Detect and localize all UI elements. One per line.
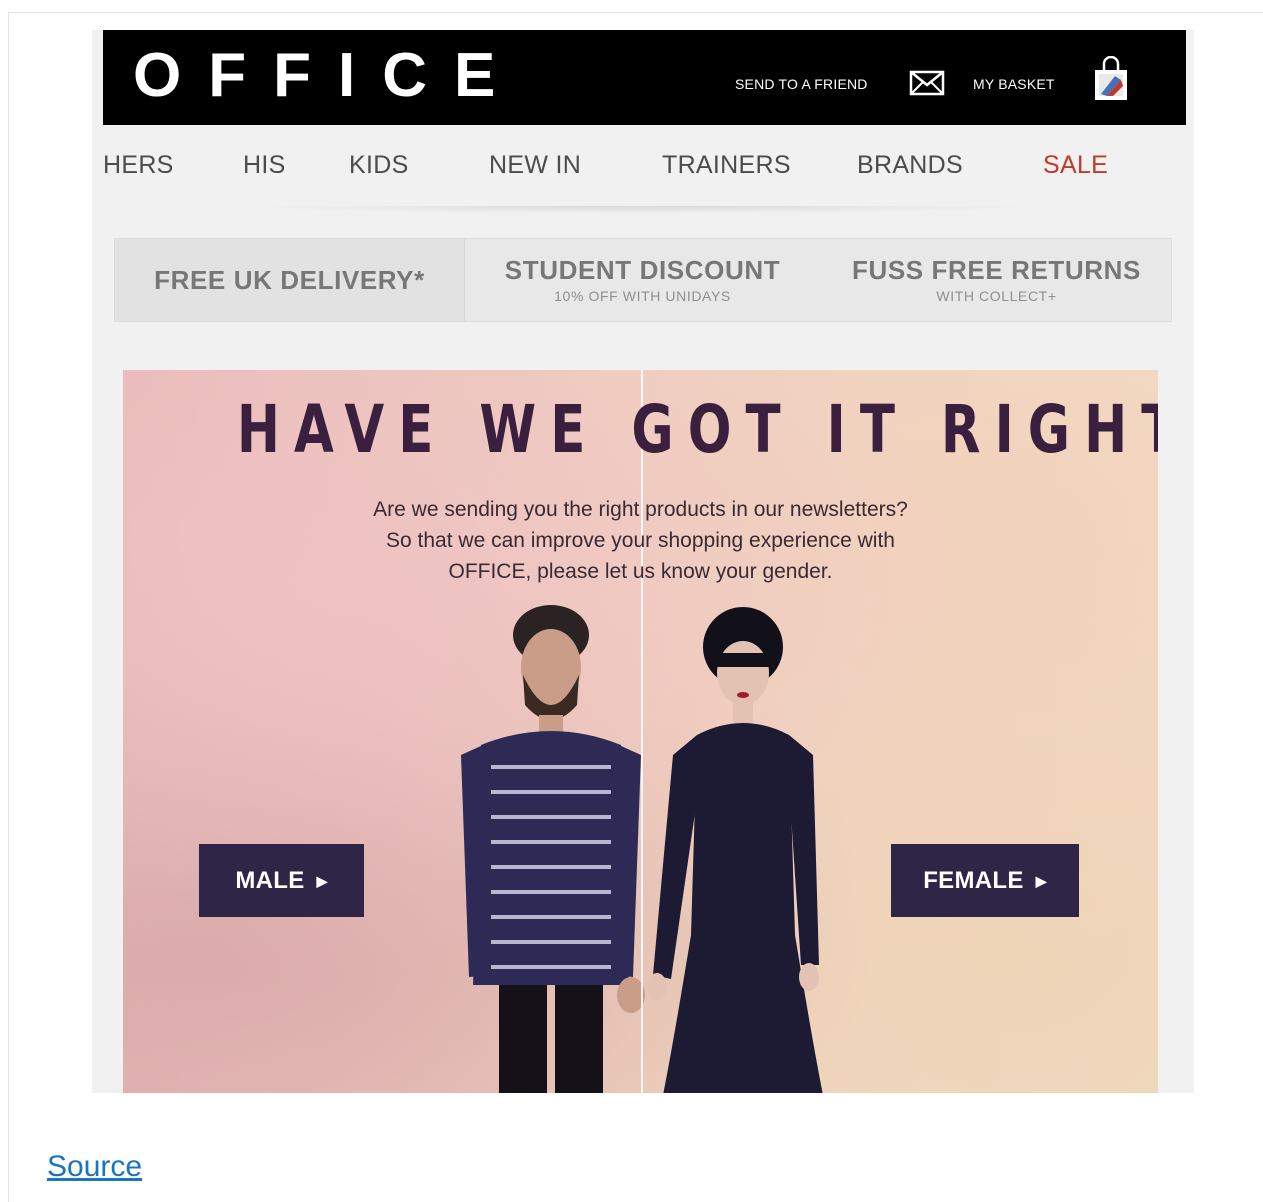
usp-free-delivery[interactable]: FREE UK DELIVERY* — [115, 239, 465, 321]
nav-item-new-in[interactable]: NEW IN — [489, 151, 581, 180]
source-link[interactable]: Source — [47, 1150, 142, 1184]
usp-fuss-free-returns[interactable]: FUSS FREE RETURNS WITH COLLECT+ — [820, 239, 1173, 321]
hero-divider — [641, 370, 643, 1093]
female-button[interactable]: FEMALE ▶ — [891, 844, 1079, 917]
main-navigation: HERS HIS KIDS NEW IN TRAINERS BRANDS SAL… — [103, 125, 1186, 210]
send-to-friend-link[interactable]: SEND TO A FRIEND — [735, 76, 868, 92]
hero-line: Are we sending you the right products in… — [373, 498, 908, 521]
nav-item-his[interactable]: HIS — [243, 151, 286, 180]
nav-item-trainers[interactable]: TRAINERS — [662, 151, 791, 180]
female-model-image — [647, 607, 823, 1093]
usp-bar: FREE UK DELIVERY* STUDENT DISCOUNT 10% O… — [114, 238, 1172, 322]
usp-subtitle: WITH COLLECT+ — [936, 288, 1057, 304]
hero-title: HAVE WE GOT IT RIGHT? — [236, 391, 1158, 468]
office-logo[interactable]: OFFICE — [133, 40, 522, 112]
header-bar: OFFICE SEND TO A FRIEND MY BASKET — [103, 30, 1186, 125]
male-button-label: MALE — [235, 867, 305, 894]
hero-line: So that we can improve your shopping exp… — [386, 529, 895, 552]
male-model-image — [461, 605, 645, 1093]
usp-title: STUDENT DISCOUNT — [504, 255, 781, 285]
my-basket-link[interactable]: MY BASKET — [973, 76, 1055, 92]
usp-title: FUSS FREE RETURNS — [851, 255, 1141, 285]
envelope-icon[interactable] — [909, 70, 945, 101]
hero-description: Are we sending you the right products in… — [123, 494, 1158, 587]
nav-item-sale[interactable]: SALE — [1043, 151, 1108, 180]
nav-item-brands[interactable]: BRANDS — [857, 151, 963, 180]
nav-item-hers[interactable]: HERS — [103, 151, 174, 180]
usp-subtitle: 10% OFF WITH UNIDAYS — [554, 288, 731, 304]
shopping-bag-icon[interactable] — [1093, 55, 1129, 107]
nav-item-kids[interactable]: KIDS — [349, 151, 409, 180]
usp-student-discount[interactable]: STUDENT DISCOUNT 10% OFF WITH UNIDAYS — [465, 239, 820, 321]
usp-title: FREE UK DELIVERY* — [154, 265, 425, 295]
nav-divider — [242, 206, 1042, 214]
play-arrow-icon: ▶ — [316, 873, 328, 890]
female-button-label: FEMALE — [923, 867, 1024, 894]
hero-line: OFFICE, please let us know your gender. — [448, 560, 833, 583]
hero-banner: HAVE WE GOT IT RIGHT? Are we sending you… — [123, 370, 1158, 1093]
male-button[interactable]: MALE ▶ — [199, 844, 364, 917]
newsletter-email: OFFICE SEND TO A FRIEND MY BASKET HERS H… — [92, 30, 1194, 1093]
play-arrow-icon: ▶ — [1035, 873, 1047, 890]
